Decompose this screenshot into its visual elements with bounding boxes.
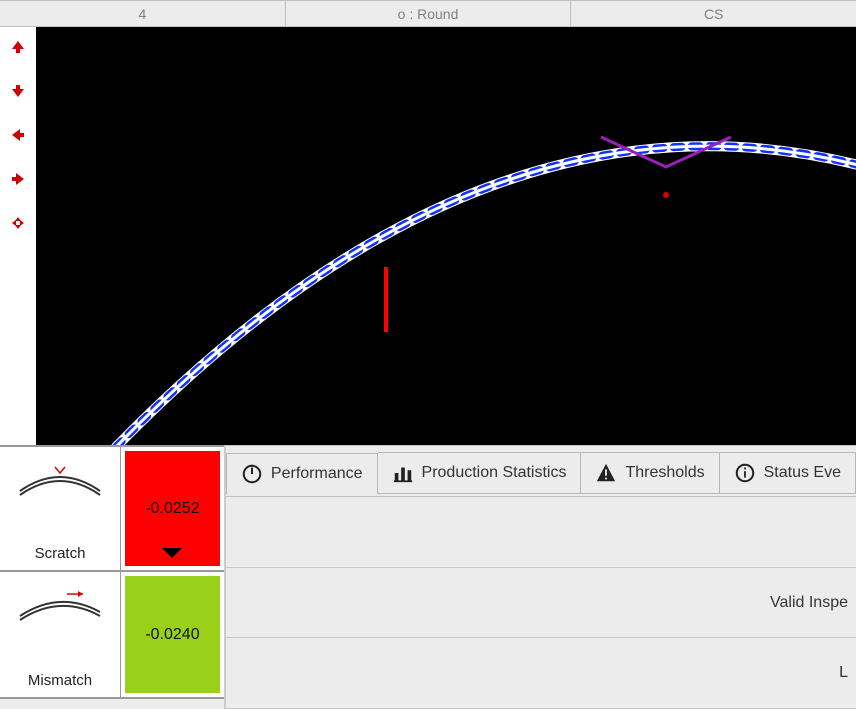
fit-icon	[8, 213, 28, 233]
tab-content: Valid Inspe L	[226, 497, 856, 709]
bar-chart-icon	[392, 462, 414, 484]
header-col-2: o : Round	[286, 0, 572, 26]
tab-thresholds[interactable]: Thresholds	[581, 452, 719, 494]
arrow-up-icon	[10, 39, 26, 55]
header-row: 4 o : Round CS	[0, 0, 856, 27]
defect-label-scratch: Scratch	[35, 545, 86, 564]
info-icon	[734, 462, 756, 484]
arrow-right-icon	[10, 171, 26, 187]
gauge-icon	[241, 463, 263, 485]
defect-value-scratch: -0.0252	[125, 451, 220, 566]
image-viewport[interactable]	[36, 27, 856, 445]
right-panel: Performance Production Statistics Thresh…	[226, 445, 856, 709]
fit-button[interactable]	[8, 213, 28, 233]
tab-production-statistics[interactable]: Production Statistics	[378, 452, 582, 494]
tool-palette	[0, 27, 36, 445]
tab-performance[interactable]: Performance	[226, 453, 378, 495]
defect-value-mismatch: -0.0240	[125, 576, 220, 693]
arrow-down-icon	[10, 83, 26, 99]
bottom-area: Scratch -0.0252 Mismatch	[0, 445, 856, 709]
tab-thresholds-label: Thresholds	[625, 464, 704, 482]
defect-panel: Scratch -0.0252 Mismatch	[0, 445, 226, 709]
mismatch-icon	[15, 586, 105, 626]
arrow-left-icon	[10, 127, 26, 143]
arrow-down-indicator-icon	[162, 548, 182, 558]
defect-value-scratch-text: -0.0252	[145, 500, 199, 518]
pan-left-button[interactable]	[8, 125, 28, 145]
tab-bar: Performance Production Statistics Thresh…	[226, 445, 856, 497]
tab-performance-label: Performance	[271, 465, 363, 483]
defect-icon-scratch: Scratch	[0, 447, 121, 570]
defect-icon-mismatch: Mismatch	[0, 572, 121, 697]
scratch-icon	[15, 461, 105, 501]
pan-up-button[interactable]	[8, 37, 28, 57]
pan-down-button[interactable]	[8, 81, 28, 101]
defect-label-mismatch: Mismatch	[28, 672, 92, 691]
pan-right-button[interactable]	[8, 169, 28, 189]
tab-production-label: Production Statistics	[422, 464, 567, 482]
content-row-1	[226, 497, 856, 568]
defect-value-mismatch-text: -0.0240	[145, 626, 199, 644]
tab-status-events[interactable]: Status Eve	[720, 452, 856, 494]
defect-row-scratch[interactable]: Scratch -0.0252	[0, 445, 224, 572]
viewport-container	[0, 27, 856, 445]
header-col-1: 4	[0, 0, 286, 26]
defect-row-mismatch[interactable]: Mismatch -0.0240	[0, 572, 224, 699]
warning-icon	[595, 462, 617, 484]
header-col-3: CS	[571, 0, 856, 26]
viewport-graphic	[36, 27, 856, 445]
content-row-2: Valid Inspe	[226, 568, 856, 639]
content-row-3: L	[226, 638, 856, 709]
tab-status-label: Status Eve	[764, 464, 841, 482]
